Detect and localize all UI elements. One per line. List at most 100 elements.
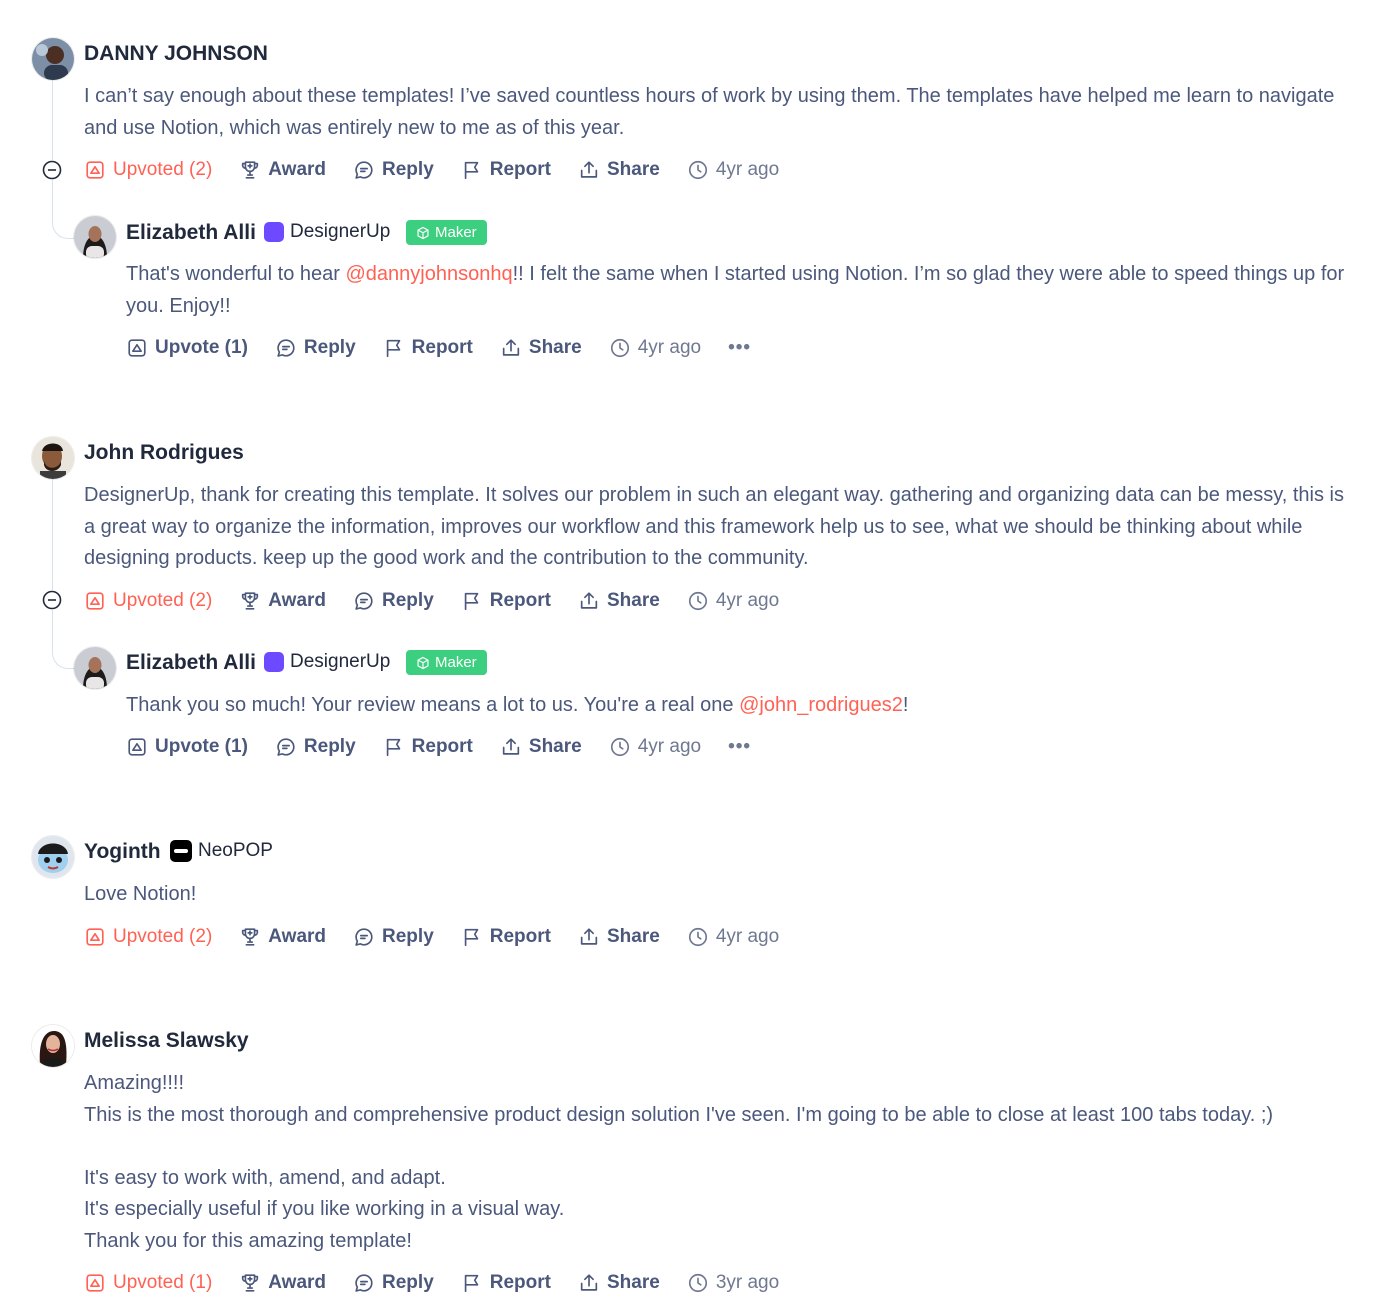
avatar[interactable]	[32, 437, 74, 479]
upvote-button[interactable]: Upvoted (1)	[84, 1272, 212, 1294]
reply-button[interactable]: Reply	[353, 1272, 434, 1294]
org-tag[interactable]: DesignerUp	[264, 221, 390, 243]
flag-icon	[464, 161, 479, 180]
chat-bubble-icon	[277, 339, 295, 357]
reply-button[interactable]: Reply	[353, 926, 434, 948]
flag-icon	[386, 738, 400, 757]
upvote-icon	[128, 738, 146, 756]
share-button[interactable]: Share	[578, 159, 660, 181]
comment-paragraph: Amazing!!!!	[84, 1072, 185, 1094]
timestamp: 3yr ago	[687, 1272, 779, 1294]
upvote-icon	[86, 161, 104, 179]
upvote-button[interactable]: Upvoted (2)	[84, 590, 212, 612]
neopop-logo-icon	[170, 840, 192, 862]
comment-actions: Upvoted (2) Award Reply Report Share 4yr…	[84, 586, 806, 616]
upvote-button[interactable]: Upvoted (2)	[84, 159, 212, 181]
comment-body: DesignerUp, thank for creating this temp…	[84, 480, 1344, 575]
avatar[interactable]	[32, 38, 74, 80]
upvote-icon	[86, 592, 104, 610]
reply-button[interactable]: Reply	[353, 590, 434, 612]
comment-paragraph: It's especially useful if you like worki…	[84, 1198, 565, 1220]
reply-author[interactable]: Elizabeth Alli	[126, 221, 256, 245]
comment-paragraph: DesignerUp, thank for creating this temp…	[84, 484, 1344, 569]
reply-author[interactable]: Elizabeth Alli	[126, 651, 256, 675]
award-button[interactable]: Award	[239, 1272, 326, 1294]
report-button[interactable]: Report	[461, 1272, 551, 1294]
award-button[interactable]: Award	[239, 590, 326, 612]
report-button[interactable]: Report	[461, 926, 551, 948]
clock-icon	[688, 1273, 707, 1293]
reply-button[interactable]: Reply	[275, 736, 356, 758]
more-options-button[interactable]: •••	[728, 337, 751, 359]
timestamp: 4yr ago	[687, 590, 779, 612]
timestamp: 4yr ago	[609, 736, 701, 758]
trophy-icon	[242, 928, 259, 946]
upvote-button[interactable]: Upvote (1)	[126, 337, 248, 359]
comment-paragraph	[84, 1131, 1384, 1163]
reply-body: Thank you so much! Your review means a l…	[126, 694, 909, 716]
flag-icon	[386, 339, 400, 358]
share-button[interactable]: Share	[578, 590, 660, 612]
upvote-icon	[128, 339, 146, 357]
comment-author[interactable]: DANNY JOHNSON	[84, 42, 268, 66]
report-button[interactable]: Report	[383, 337, 473, 359]
upvote-icon	[86, 928, 104, 946]
reply-button[interactable]: Reply	[353, 159, 434, 181]
comment-body: Amazing!!!! This is the most thorough an…	[84, 1068, 1384, 1257]
user-mention-link[interactable]: @dannyjohnsonhq	[346, 263, 513, 285]
comment-actions: Upvoted (1) Award Reply Report Share 3yr…	[84, 1268, 806, 1298]
maker-badge: Maker	[406, 650, 487, 675]
upvote-button[interactable]: Upvote (1)	[126, 736, 248, 758]
comment-actions: Upvoted (2) Award Reply Report Share 4yr…	[84, 922, 806, 952]
collapse-thread-button[interactable]	[42, 160, 62, 180]
share-icon	[580, 1274, 598, 1291]
more-options-button[interactable]: •••	[728, 736, 751, 758]
report-button[interactable]: Report	[461, 159, 551, 181]
share-button[interactable]: Share	[578, 926, 660, 948]
clock-icon	[688, 927, 707, 947]
reply-actions: Upvote (1) Reply Report Share 4yr ago ••…	[126, 732, 751, 762]
collapse-thread-button[interactable]	[42, 590, 62, 610]
report-button[interactable]: Report	[383, 736, 473, 758]
clock-icon	[688, 591, 707, 611]
avatar[interactable]	[32, 836, 74, 878]
org-tag[interactable]: NeoPOP	[170, 840, 273, 862]
chat-bubble-icon	[277, 738, 295, 756]
designerup-logo-icon	[264, 222, 284, 242]
timestamp: 4yr ago	[687, 926, 779, 948]
flag-icon	[464, 592, 479, 611]
chat-bubble-icon	[355, 928, 373, 946]
comment-author[interactable]: Melissa Slawsky	[84, 1029, 249, 1053]
share-icon	[502, 339, 520, 356]
upvote-icon	[86, 1274, 104, 1292]
avatar[interactable]	[74, 647, 116, 689]
award-button[interactable]: Award	[239, 159, 326, 181]
report-button[interactable]: Report	[461, 590, 551, 612]
flag-icon	[464, 1274, 479, 1293]
upvote-button[interactable]: Upvoted (2)	[84, 926, 212, 948]
org-tag[interactable]: DesignerUp	[264, 651, 390, 673]
thread-line	[52, 479, 79, 669]
trophy-icon	[242, 1274, 259, 1292]
avatar[interactable]	[74, 216, 116, 258]
reply-actions: Upvote (1) Reply Report Share 4yr ago ••…	[126, 333, 751, 363]
reply-button[interactable]: Reply	[275, 337, 356, 359]
award-button[interactable]: Award	[239, 926, 326, 948]
share-icon	[580, 592, 598, 609]
share-button[interactable]: Share	[500, 337, 582, 359]
avatar[interactable]	[32, 1025, 74, 1067]
comment-paragraph: It's easy to work with, amend, and adapt…	[84, 1166, 446, 1189]
user-mention-link[interactable]: @john_rodrigues2	[739, 694, 903, 716]
clock-icon	[610, 338, 629, 358]
share-button[interactable]: Share	[578, 1272, 660, 1294]
timestamp: 4yr ago	[687, 159, 779, 181]
share-icon	[580, 161, 598, 178]
clock-icon	[688, 160, 707, 180]
share-button[interactable]: Share	[500, 736, 582, 758]
comment-author[interactable]: Yoginth	[84, 840, 161, 864]
comment-author[interactable]: John Rodrigues	[84, 441, 244, 465]
comment-paragraph: Thank you for this amazing template!	[84, 1229, 412, 1252]
collapse-icon	[42, 160, 62, 180]
comment-paragraph: Love Notion!	[84, 883, 197, 905]
flag-icon	[464, 928, 479, 947]
